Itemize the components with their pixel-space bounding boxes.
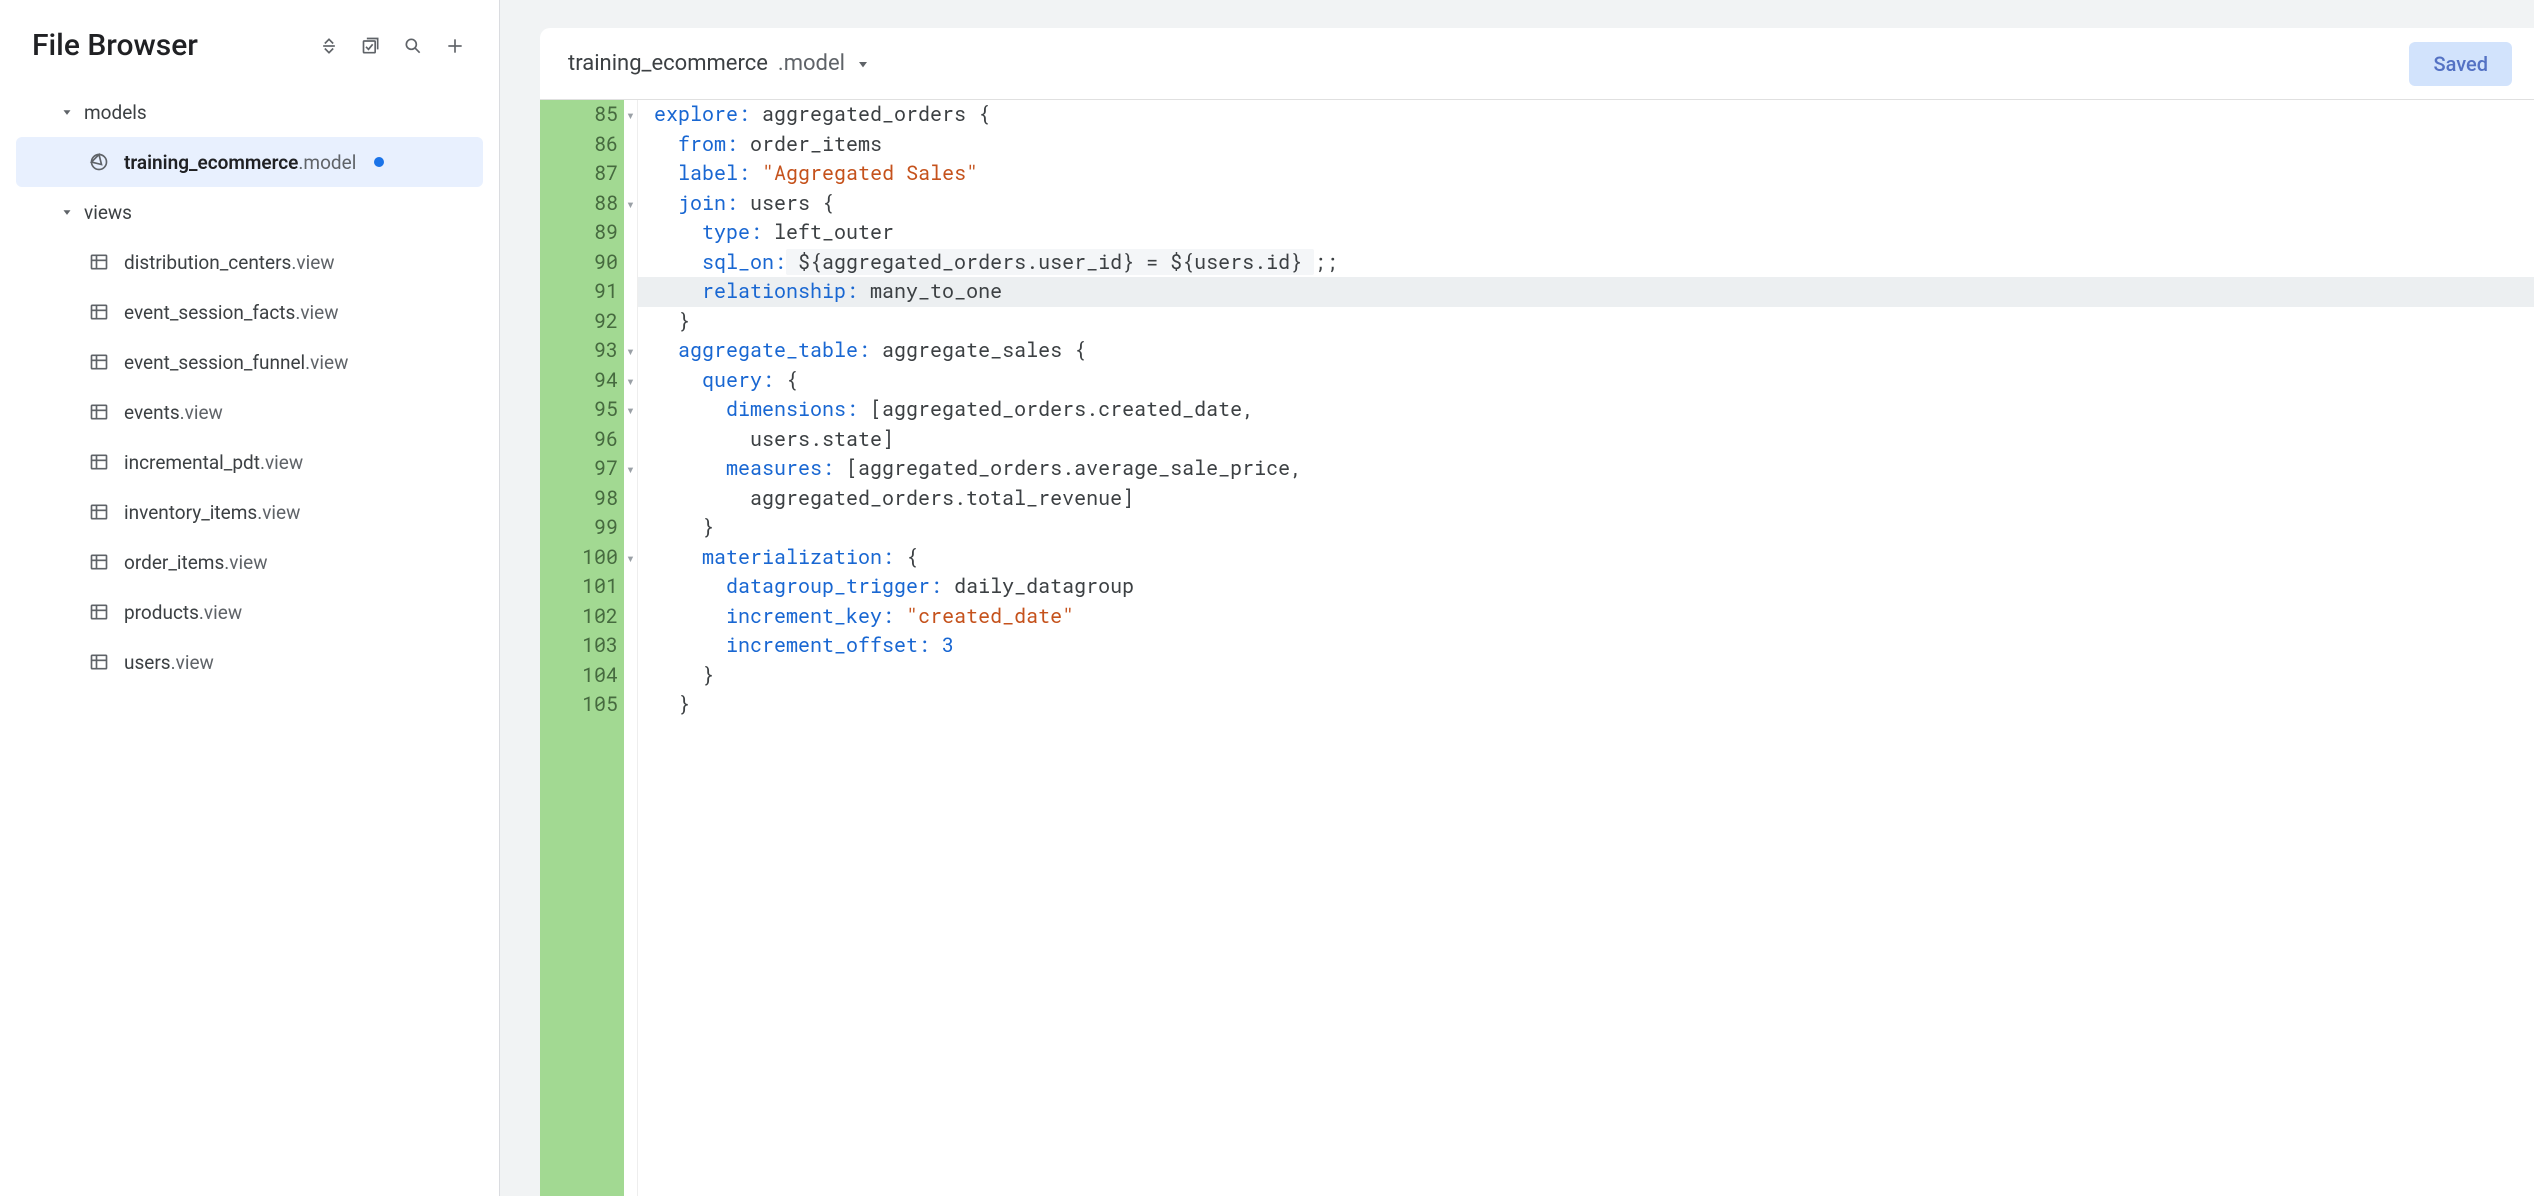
file-label: order_items.view [124, 551, 267, 574]
diff-gutter [540, 100, 554, 1196]
file-browser-title: File Browser [32, 28, 317, 63]
editor-card: training_ecommerce.model Saved 858687888… [540, 28, 2534, 1196]
file-label: event_session_funnel.view [124, 351, 348, 374]
view-icon [88, 451, 110, 473]
line-number-gutter: 8586878889909192939495969798991001011021… [554, 100, 624, 1196]
editor-panel: training_ecommerce.model Saved 858687888… [500, 0, 2534, 1196]
file-events-view[interactable]: events.view [16, 387, 483, 437]
view-icon [88, 401, 110, 423]
file-browser-panel: File Browser [0, 0, 500, 1196]
code-content[interactable]: explore: aggregated_orders { from: order… [638, 100, 2534, 1196]
view-icon [88, 501, 110, 523]
folder-views[interactable]: views [16, 187, 483, 237]
file-event_session_funnel-view[interactable]: event_session_funnel.view [16, 337, 483, 387]
folder-models[interactable]: models [16, 87, 483, 137]
file-distribution_centers-view[interactable]: distribution_centers.view [16, 237, 483, 287]
save-status-badge: Saved [2409, 42, 2512, 86]
fold-gutter[interactable]: ▾▾▾▾▾▾▾ [624, 100, 638, 1196]
file-incremental_pdt-view[interactable]: incremental_pdt.view [16, 437, 483, 487]
file-label: incremental_pdt.view [124, 451, 303, 474]
view-icon [88, 301, 110, 323]
file-event_session_facts-view[interactable]: event_session_facts.view [16, 287, 483, 337]
file-browser-actions [317, 34, 467, 58]
file-inventory_items-view[interactable]: inventory_items.view [16, 487, 483, 537]
collapse-icon[interactable] [317, 34, 341, 58]
file-order_items-view[interactable]: order_items.view [16, 537, 483, 587]
editor-tabbar: training_ecommerce.model Saved [540, 28, 2534, 100]
file-label: users.view [124, 651, 214, 674]
view-icon [88, 251, 110, 273]
file-products-view[interactable]: products.view [16, 587, 483, 637]
file-label: training_ecommerce.model [124, 151, 356, 174]
chevron-down-icon[interactable] [855, 56, 871, 72]
editor-tab[interactable]: training_ecommerce.model [568, 51, 871, 76]
view-icon [88, 351, 110, 373]
file-label: event_session_facts.view [124, 301, 339, 324]
file-label: events.view [124, 401, 223, 424]
model-icon [88, 151, 110, 173]
file-tree: models training_ecommerce.model views di… [0, 83, 499, 687]
file-label: inventory_items.view [124, 501, 300, 524]
file-users-view[interactable]: users.view [16, 637, 483, 687]
code-editor[interactable]: 8586878889909192939495969798991001011021… [540, 100, 2534, 1196]
file-training-ecommerce-model[interactable]: training_ecommerce.model [16, 137, 483, 187]
view-icon [88, 651, 110, 673]
file-label: products.view [124, 601, 242, 624]
chevron-down-icon [56, 101, 78, 123]
add-icon[interactable] [443, 34, 467, 58]
view-icon [88, 551, 110, 573]
chevron-down-icon [56, 201, 78, 223]
search-icon[interactable] [401, 34, 425, 58]
file-label: distribution_centers.view [124, 251, 335, 274]
view-icon [88, 601, 110, 623]
file-browser-header: File Browser [0, 28, 499, 83]
modified-dot-icon [374, 157, 384, 167]
views-list: distribution_centers.view event_session_… [16, 237, 483, 687]
bulk-select-icon[interactable] [359, 34, 383, 58]
